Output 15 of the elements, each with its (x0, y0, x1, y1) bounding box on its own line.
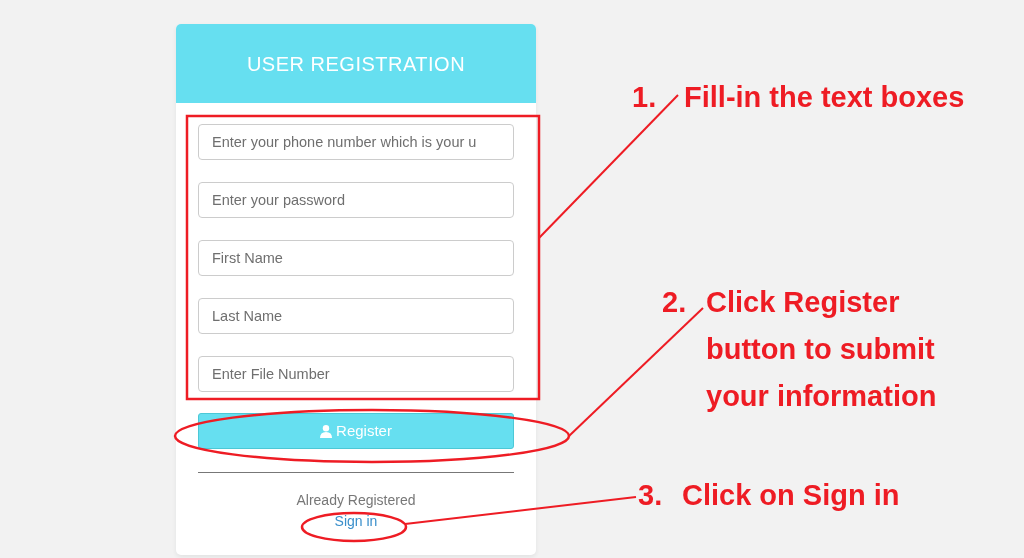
step-instruction: Click Register button to submit your information (706, 285, 937, 414)
already-registered-text: Already Registered (295, 492, 417, 508)
step-instruction: Click on Sign in (682, 478, 900, 513)
input-field[interactable]: Enter your password (198, 182, 514, 218)
card-title: USER REGISTRATION (246, 51, 466, 77)
input-field[interactable]: Last Name (198, 298, 514, 334)
input-field[interactable]: First Name (198, 240, 514, 276)
step-instruction: Fill-in the text boxes (684, 80, 965, 115)
step-number: 3. (638, 478, 663, 513)
user-icon (320, 424, 333, 438)
step-number: 2. (662, 285, 687, 320)
input-field[interactable]: Enter your phone number which is your u (198, 124, 514, 160)
step-number: 1. (632, 80, 657, 115)
input-field[interactable]: Enter File Number (198, 356, 514, 392)
sign-in-link[interactable]: Sign in (334, 513, 378, 529)
